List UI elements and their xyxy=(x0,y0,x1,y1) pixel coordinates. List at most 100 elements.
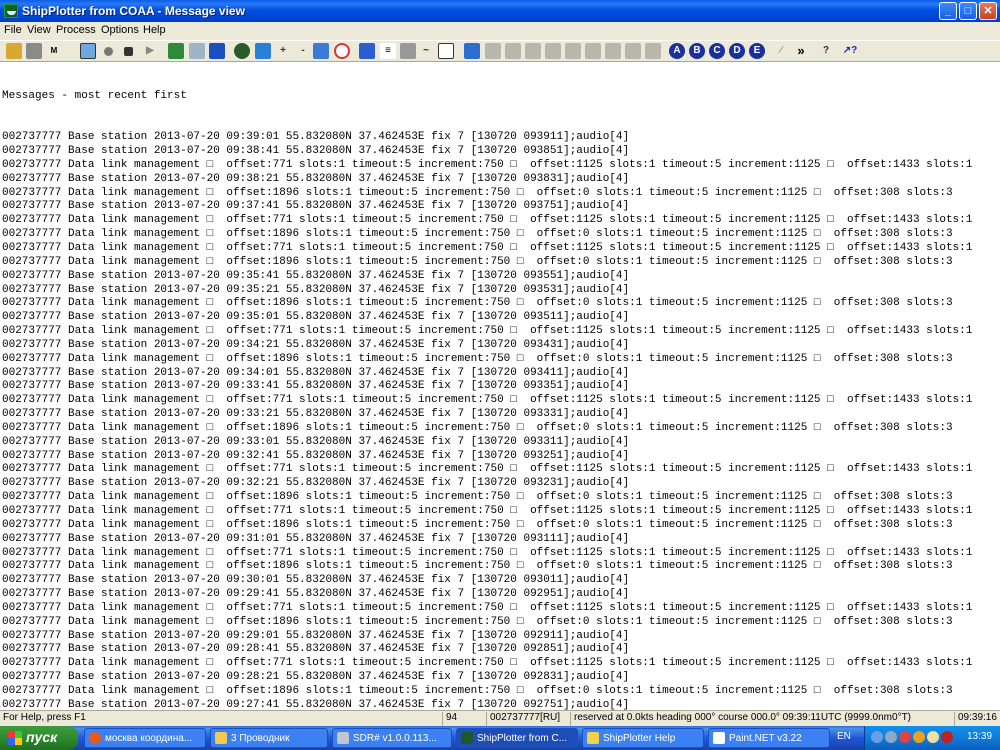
menu-view[interactable]: View xyxy=(27,24,51,36)
message-view[interactable]: Messages - most recent first 002737777 B… xyxy=(0,62,1000,710)
target-icon[interactable] xyxy=(334,43,350,59)
menu-file[interactable]: File xyxy=(4,24,22,36)
pencil-icon[interactable]: ⁄ xyxy=(773,43,789,59)
windows-logo-icon xyxy=(8,731,22,745)
maximize-button[interactable]: □ xyxy=(959,2,977,20)
chart-icon[interactable] xyxy=(80,43,96,59)
filter-5-icon[interactable] xyxy=(565,43,581,59)
stop-icon[interactable] xyxy=(124,47,133,56)
form-icon[interactable] xyxy=(438,43,454,59)
message-line: 002737777 Data link management □ offset:… xyxy=(2,491,953,504)
task-shipplotter[interactable]: ShipPlotter from C... xyxy=(456,728,578,748)
message-line: 002737777 Data link management □ offset:… xyxy=(2,463,973,476)
message-line: 002737777 Data link management □ offset:… xyxy=(2,505,973,517)
message-line: 002737777 Data link management □ offset:… xyxy=(2,546,973,559)
square-icon[interactable] xyxy=(400,43,416,59)
antivirus-icon[interactable] xyxy=(899,731,911,743)
volume-icon[interactable] xyxy=(927,731,939,743)
tools-icon[interactable] xyxy=(189,43,205,59)
status-mmsi: 002737777[RU] xyxy=(486,712,570,726)
task-label: 3 Проводник xyxy=(231,733,290,744)
message-line: 002737777 Data link management □ offset:… xyxy=(2,601,973,614)
security-icon[interactable] xyxy=(941,731,953,743)
title-bar: ShipPlotter from COAA - Message view _ □… xyxy=(0,0,1000,22)
task-help[interactable]: ShipPlotter Help xyxy=(582,728,704,748)
task-label: москва координа... xyxy=(105,733,193,744)
filter-1-icon[interactable] xyxy=(485,43,501,59)
filter-9-icon[interactable] xyxy=(645,43,661,59)
message-line: 002737777 Data link management □ offset:… xyxy=(2,657,973,670)
zoom-in-icon[interactable]: + xyxy=(275,43,291,59)
start-button[interactable]: пуск xyxy=(0,726,78,750)
message-line: 002737777 Data link management □ offset:… xyxy=(2,684,953,697)
menu-help[interactable]: Help xyxy=(143,24,166,36)
message-line: 002737777 Data link management □ offset:… xyxy=(2,214,973,227)
play-icon[interactable]: ▶ xyxy=(142,43,158,59)
message-line: 002737777 Base station 2013-07-20 09:33:… xyxy=(2,435,630,448)
letter-e-icon[interactable]: E xyxy=(749,43,765,59)
window-icon[interactable] xyxy=(359,43,375,59)
message-line: 002737777 Base station 2013-07-20 09:33:… xyxy=(2,408,630,421)
paint-icon xyxy=(713,732,725,744)
task-browser[interactable]: москва координа... xyxy=(84,728,206,748)
task-label: ShipPlotter from C... xyxy=(477,733,568,744)
message-line: 002737777 Base station 2013-07-20 09:39:… xyxy=(2,131,630,144)
help-icon[interactable]: ? xyxy=(818,43,834,59)
letter-c-icon[interactable]: C xyxy=(709,43,725,59)
firefox-icon xyxy=(89,732,101,744)
minimize-button[interactable]: _ xyxy=(939,2,957,20)
back-icon[interactable] xyxy=(871,731,883,743)
message-line: 002737777 Base station 2013-07-20 09:32:… xyxy=(2,449,630,462)
message-line: 002737777 Data link management □ offset:… xyxy=(2,421,953,434)
edit-icon[interactable] xyxy=(168,43,184,59)
filter-4-icon[interactable] xyxy=(545,43,561,59)
app-window: ShipPlotter from COAA - Message view _ □… xyxy=(0,0,1000,750)
save-icon[interactable] xyxy=(26,43,42,59)
zoom-out-icon[interactable]: - xyxy=(295,43,311,59)
letter-a-icon[interactable]: A xyxy=(669,43,685,59)
network-icon[interactable] xyxy=(885,731,897,743)
fit-icon[interactable] xyxy=(313,43,329,59)
message-line: 002737777 Data link management □ offset:… xyxy=(2,255,953,268)
filter-2-icon[interactable] xyxy=(505,43,521,59)
menu-options[interactable]: Options xyxy=(101,24,139,36)
wave-icon[interactable]: ~ xyxy=(418,43,434,59)
status-help: For Help, press F1 xyxy=(3,712,86,723)
message-line: 002737777 Base station 2013-07-20 09:28:… xyxy=(2,643,630,656)
chevron-right-icon[interactable]: » xyxy=(793,43,809,59)
map-icon[interactable]: M xyxy=(46,43,62,59)
grid-icon[interactable] xyxy=(464,43,480,59)
globe-icon[interactable] xyxy=(234,43,250,59)
task-sdr[interactable]: SDR# v1.0.0.113... xyxy=(332,728,452,748)
picture-icon[interactable] xyxy=(255,43,271,59)
menu-bar: File View Process Options Help xyxy=(0,22,1000,40)
letter-d-icon[interactable]: D xyxy=(729,43,745,59)
open-icon[interactable] xyxy=(6,43,22,59)
message-line: 002737777 Data link management □ offset:… xyxy=(2,518,953,531)
layers-icon[interactable] xyxy=(209,43,225,59)
close-button[interactable]: ✕ xyxy=(979,2,997,20)
context-help-icon[interactable]: ↗? xyxy=(842,43,858,59)
language-indicator[interactable]: EN xyxy=(837,731,851,742)
task-paint[interactable]: Paint.NET v3.22 xyxy=(708,728,830,748)
status-bar: For Help, press F1 94 002737777[RU] rese… xyxy=(0,710,1000,726)
menu-process[interactable]: Process xyxy=(56,24,96,36)
toolbar: M ▶ + - ≡ ~ A B C D E ⁄ » ? ↗? xyxy=(0,40,1000,62)
message-line: 002737777 Data link management □ offset:… xyxy=(2,158,973,171)
filter-8-icon[interactable] xyxy=(625,43,641,59)
filter-3-icon[interactable] xyxy=(525,43,541,59)
update-icon[interactable] xyxy=(913,731,925,743)
message-line: 002737777 Base station 2013-07-20 09:38:… xyxy=(2,145,630,158)
folder-icon xyxy=(215,732,227,744)
message-line: 002737777 Base station 2013-07-20 09:27:… xyxy=(2,698,630,710)
task-explorer[interactable]: 3 Проводник xyxy=(210,728,328,748)
filter-6-icon[interactable] xyxy=(585,43,601,59)
filter-7-icon[interactable] xyxy=(605,43,621,59)
record-icon[interactable] xyxy=(104,47,113,56)
message-line: 002737777 Base station 2013-07-20 09:29:… xyxy=(2,588,630,601)
task-label: ShipPlotter Help xyxy=(603,733,676,744)
taskbar: пуск москва координа... 3 Проводник SDR#… xyxy=(0,726,1000,750)
message-line: 002737777 Data link management □ offset:… xyxy=(2,186,953,199)
list-icon[interactable]: ≡ xyxy=(380,43,396,59)
letter-b-icon[interactable]: B xyxy=(689,43,705,59)
